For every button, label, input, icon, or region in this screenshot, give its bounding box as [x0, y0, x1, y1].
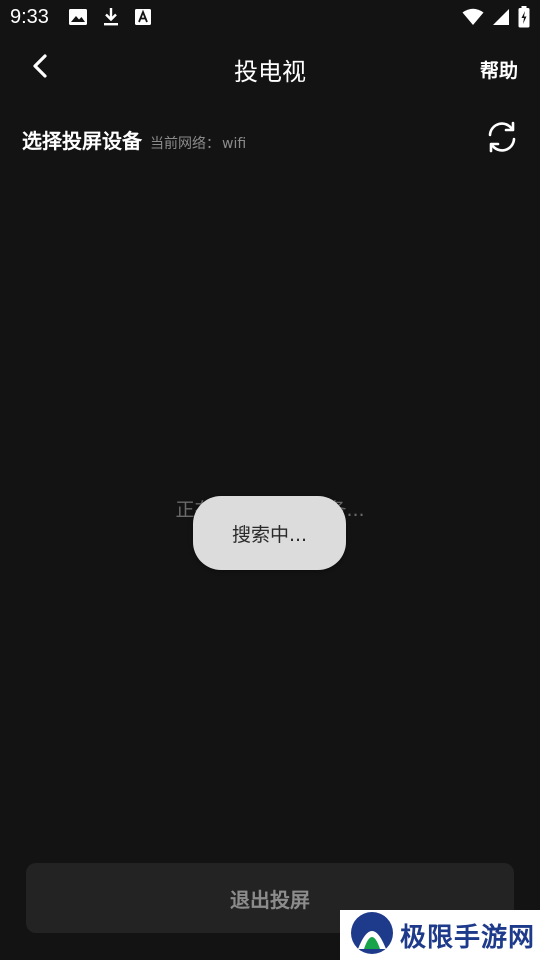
section-title: 选择投屏设备	[22, 129, 142, 153]
refresh-button[interactable]	[484, 121, 520, 157]
watermark-text: 极限手游网	[400, 922, 536, 953]
network-info: 当前网络： wifi	[150, 133, 246, 153]
status-bar: 9:33	[0, 0, 540, 36]
network-value: wifi	[222, 136, 247, 152]
cast-screen: 9:33 投电视 帮助 选择投屏设备 当前网络： wifi 搜索中... 退出投…	[0, 0, 540, 960]
status-left-icons	[68, 7, 152, 31]
cell-signal-icon	[492, 8, 510, 30]
status-time: 9:33	[10, 6, 49, 28]
download-icon	[102, 7, 120, 31]
device-section-header: 选择投屏设备 当前网络： wifi	[22, 125, 246, 154]
refresh-icon	[485, 120, 519, 158]
watermark-logo-icon	[350, 911, 394, 959]
wifi-icon	[462, 8, 484, 30]
help-button[interactable]: 帮助	[480, 56, 518, 83]
top-app-bar: 投电视 帮助	[0, 36, 540, 100]
page-title: 投电视	[234, 58, 306, 86]
watermark: 极限手游网	[340, 910, 540, 960]
battery-charging-icon	[518, 6, 530, 32]
network-label: 当前网络：	[150, 136, 220, 152]
status-right-icons	[462, 6, 530, 32]
image-icon	[68, 8, 88, 30]
searching-toast: 搜索中...	[193, 496, 346, 570]
font-a-icon	[134, 8, 152, 30]
